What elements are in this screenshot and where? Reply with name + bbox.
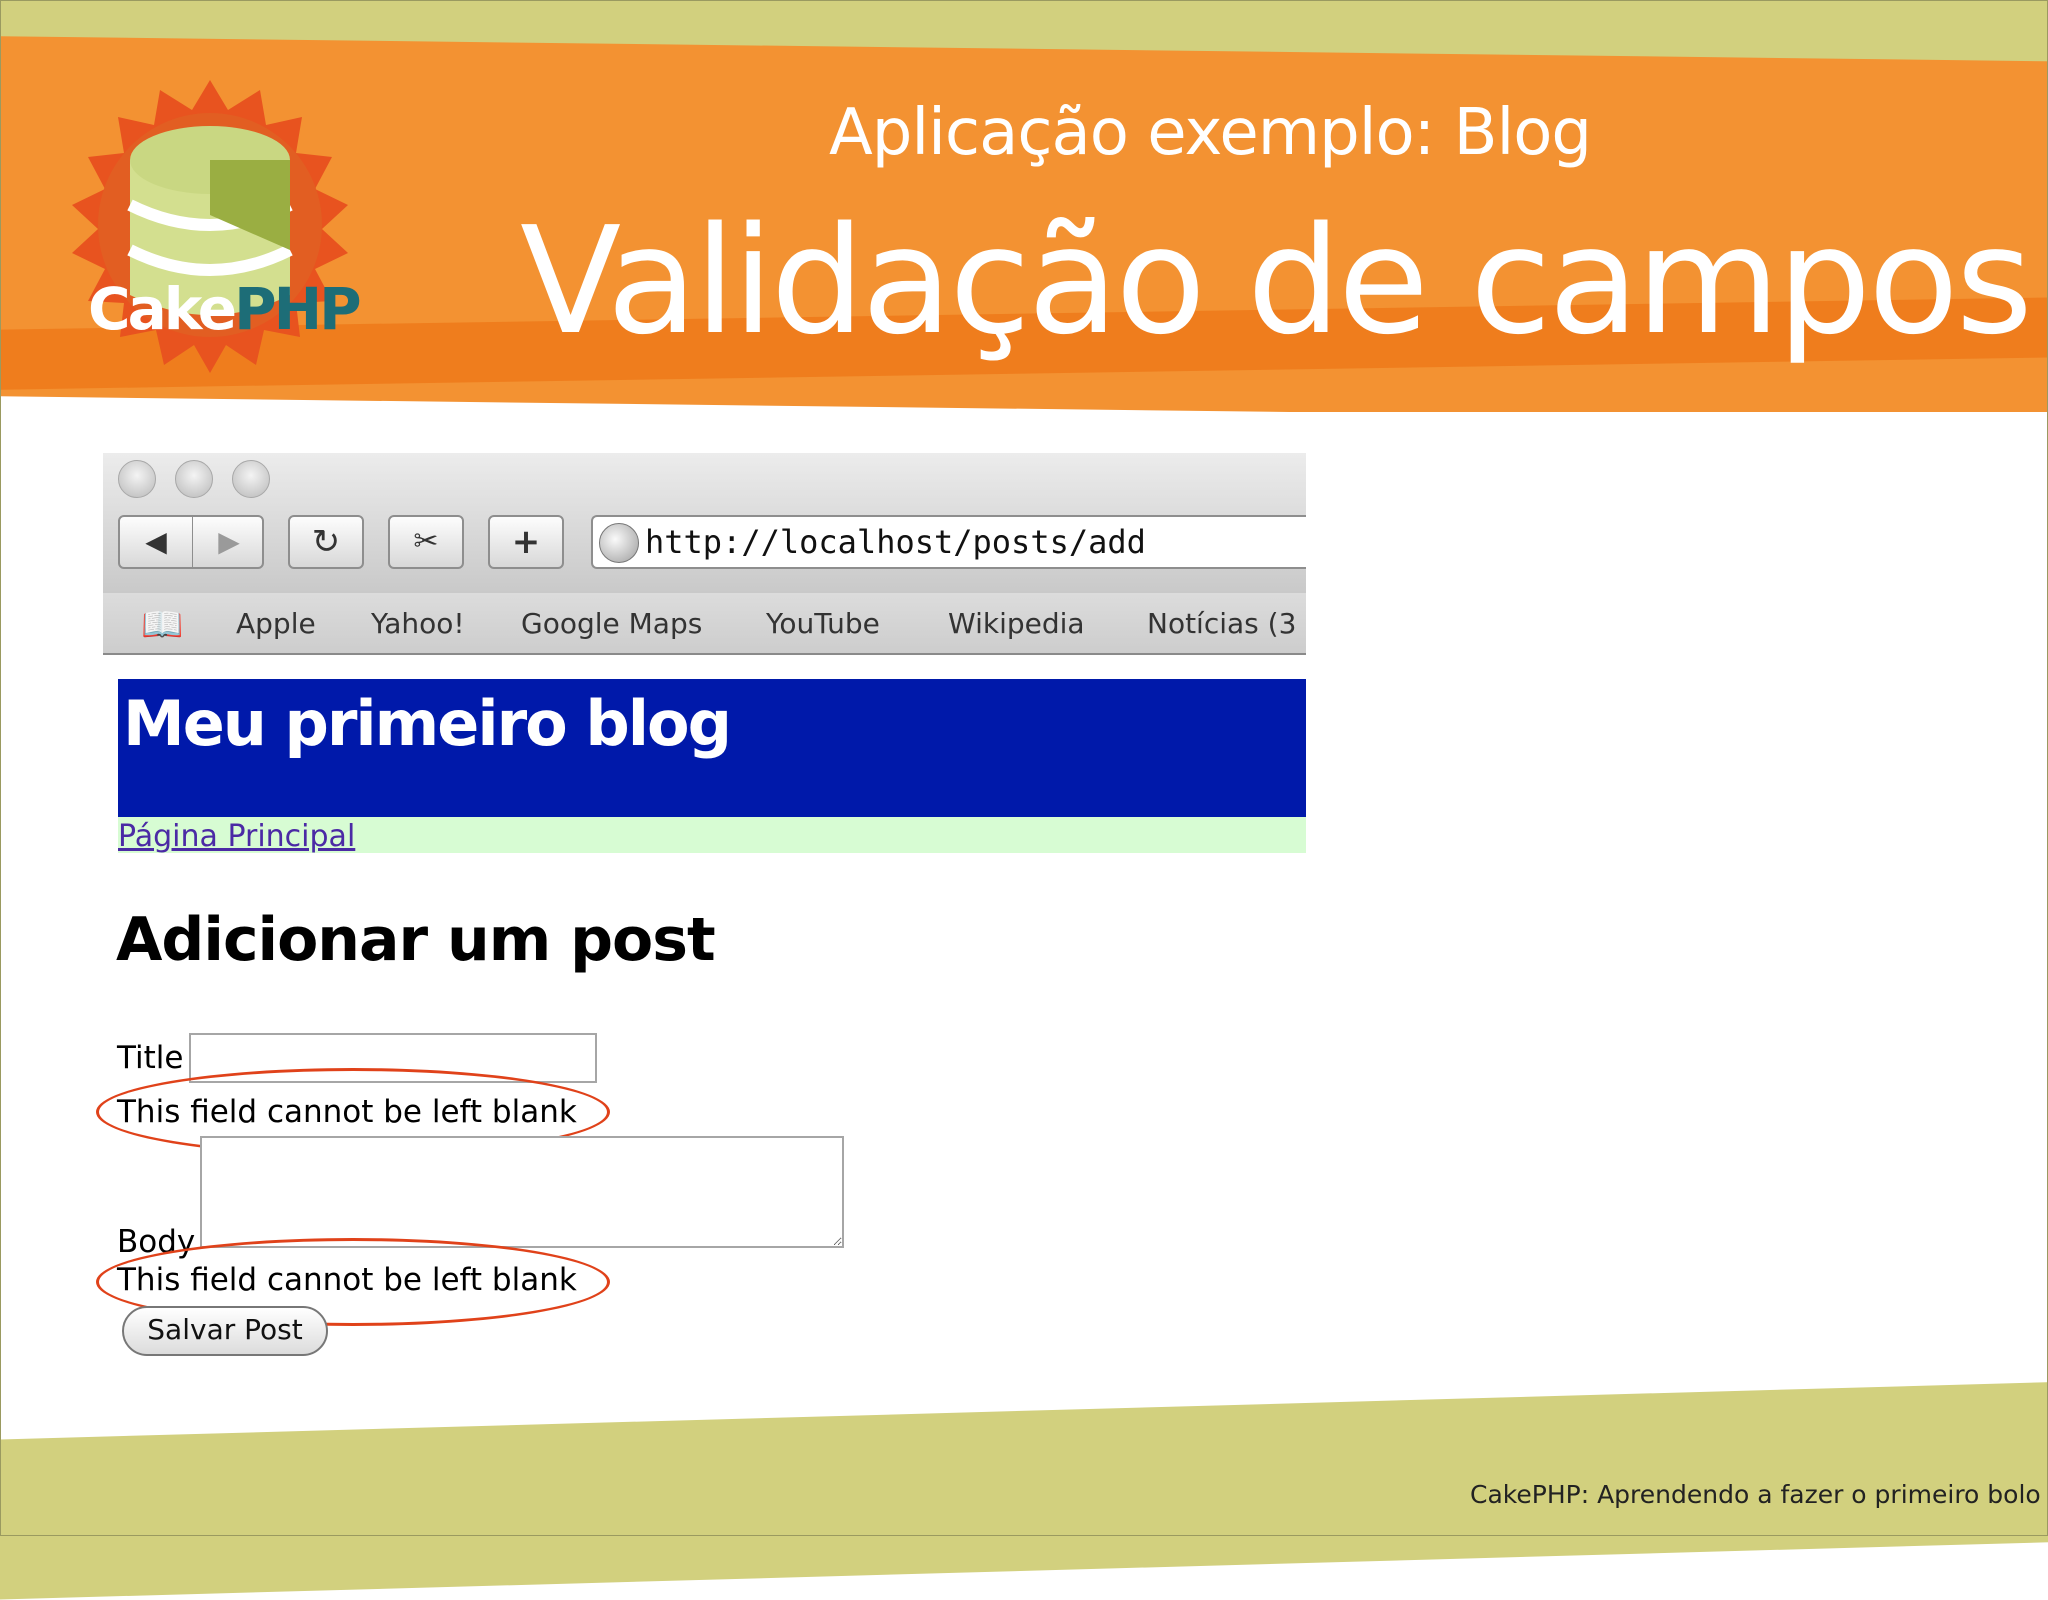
bookmark-google-maps[interactable]: Google Maps <box>521 607 702 640</box>
web-page: Meu primeiro blog Página Principal <box>103 655 1306 853</box>
title-label: Title <box>117 1040 184 1076</box>
slide-subtitle: Aplicação exemplo: Blog <box>828 96 1592 170</box>
scissors-icon[interactable]: ✂ <box>388 515 464 569</box>
close-window-button[interactable] <box>118 460 156 498</box>
browser-window: ◀ ▶ ↻ ✂ + http://localhost/posts/add 📖 A… <box>103 453 1306 853</box>
form-heading: Adicionar um post <box>116 905 716 975</box>
browser-toolbar: ◀ ▶ ↻ ✂ + http://localhost/posts/add <box>103 453 1306 593</box>
bookmark-wikipedia[interactable]: Wikipedia <box>948 607 1085 640</box>
logo-wordmark: CakePHP <box>88 275 362 343</box>
bookmarks-book-icon[interactable]: 📖 <box>141 605 183 645</box>
slide-footer: CakePHP: Aprendendo a fazer o primeiro b… <box>1470 1480 2041 1509</box>
save-post-button[interactable]: Salvar Post <box>122 1306 328 1356</box>
logo-word-cake: Cake <box>88 275 237 343</box>
minimize-window-button[interactable] <box>175 460 213 498</box>
bookmark-youtube[interactable]: YouTube <box>766 607 880 640</box>
bookmark-yahoo[interactable]: Yahoo! <box>371 607 465 640</box>
home-link[interactable]: Página Principal <box>118 819 355 853</box>
logo-word-php: PHP <box>234 275 362 343</box>
address-bar[interactable]: http://localhost/posts/add <box>591 515 1306 569</box>
add-bookmark-icon[interactable]: + <box>488 515 564 569</box>
bookmark-noticias[interactable]: Notícias (3 <box>1147 607 1296 640</box>
zoom-window-button[interactable] <box>232 460 270 498</box>
reload-icon[interactable]: ↻ <box>288 515 364 569</box>
bookmark-apple[interactable]: Apple <box>236 607 316 640</box>
bookmarks-bar: 📖 Apple Yahoo! Google Maps YouTube Wikip… <box>103 593 1306 655</box>
body-textarea[interactable] <box>200 1136 844 1248</box>
blog-nav: Página Principal <box>118 817 1306 853</box>
blog-header: Meu primeiro blog <box>118 679 1306 817</box>
slide-title: Validação de campos <box>520 195 2033 367</box>
forward-arrow-icon[interactable]: ▶ <box>192 517 265 567</box>
nav-button-group: ◀ ▶ <box>118 515 264 569</box>
globe-icon <box>599 523 639 563</box>
address-bar-url: http://localhost/posts/add <box>645 523 1146 561</box>
back-arrow-icon[interactable]: ◀ <box>120 517 192 567</box>
blog-title: Meu primeiro blog <box>123 687 732 760</box>
